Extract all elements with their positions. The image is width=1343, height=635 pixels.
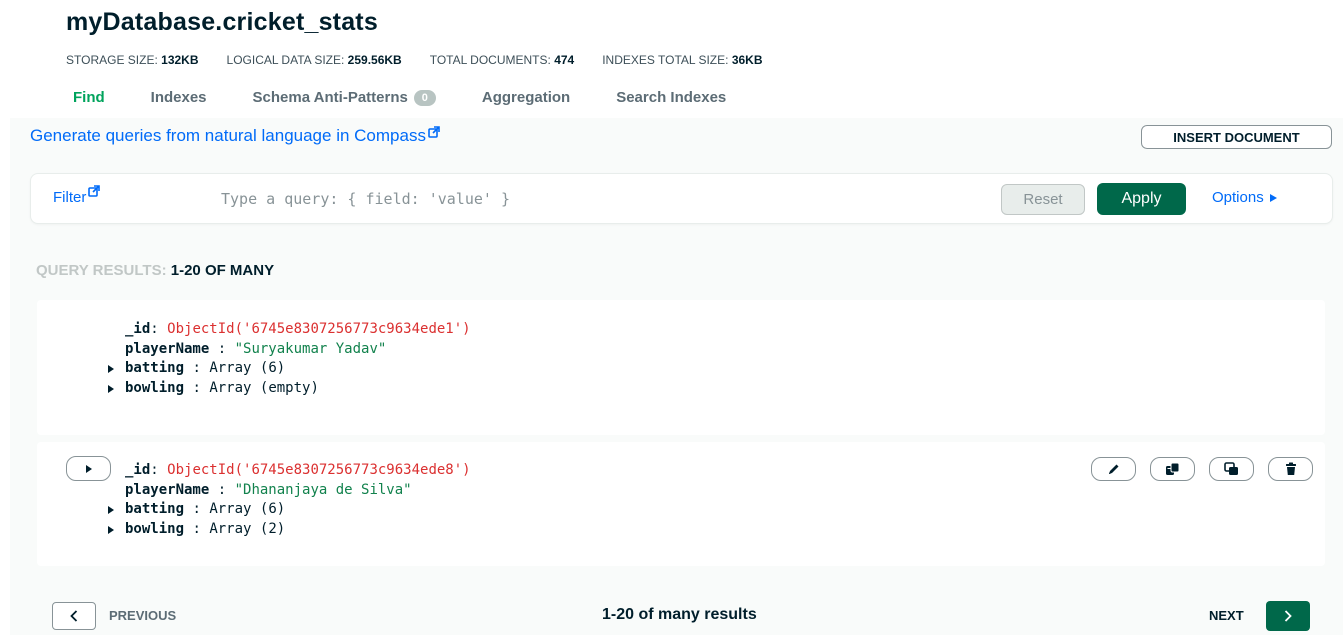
insert-document-button[interactable]: Insert Document	[1141, 125, 1332, 149]
filter-link[interactable]: Filter	[53, 185, 101, 206]
clone-document-button[interactable]	[1209, 457, 1254, 481]
generate-queries-label: Generate queries from natural language i…	[30, 126, 426, 145]
reset-button[interactable]: Reset	[1001, 184, 1085, 215]
stat-total-documents: Total documents: 474	[429, 53, 575, 67]
copy-icon	[1165, 462, 1179, 475]
collection-stats: Storage size: 132KB Logical data size: 2…	[66, 53, 763, 67]
tab-search-indexes[interactable]: Search Indexes	[593, 87, 749, 108]
caret-right-icon	[85, 464, 92, 473]
external-link-icon	[88, 185, 101, 197]
tab-schema-anti-patterns[interactable]: Schema Anti-Patterns 0	[230, 87, 459, 108]
external-link-icon	[428, 126, 440, 138]
pencil-icon	[1108, 464, 1118, 474]
stat-indexes-total-size: Indexes total size: 36KB	[602, 53, 763, 67]
delete-document-button[interactable]	[1268, 457, 1313, 481]
copy-document-button[interactable]	[1150, 457, 1195, 481]
field-bowling[interactable]: bowling : Array (2)	[108, 520, 471, 540]
pagination-summary: 1-20 of many results	[602, 606, 757, 623]
document-actions	[1091, 457, 1313, 481]
expand-caret-icon[interactable]	[108, 506, 114, 514]
field-bowling[interactable]: bowling : Array (empty)	[108, 379, 471, 399]
apply-button[interactable]: Apply	[1097, 183, 1186, 215]
options-toggle[interactable]: Options	[1212, 189, 1277, 206]
previous-page-label[interactable]: Previous	[109, 608, 176, 623]
expand-caret-icon[interactable]	[108, 525, 114, 534]
stat-storage-size: Storage size: 132KB	[66, 53, 199, 67]
field-batting[interactable]: batting : Array (6)	[108, 500, 471, 520]
document-card[interactable]: _id: ObjectId('6745e8307256773c9634ede1'…	[37, 300, 1325, 435]
expand-caret-icon[interactable]	[108, 365, 114, 373]
expand-caret-icon[interactable]	[108, 384, 114, 393]
tab-find[interactable]: Find	[50, 87, 128, 108]
expand-document-button[interactable]	[66, 456, 111, 481]
query-results-label: Query results: 1-20 of many	[36, 262, 275, 279]
tab-indexes[interactable]: Indexes	[128, 87, 230, 108]
stat-logical-data-size: Logical data size: 259.56KB	[226, 53, 402, 67]
options-label: Options	[1212, 189, 1264, 206]
document-fields: _id: ObjectId('6745e8307256773c9634ede1'…	[108, 320, 471, 399]
tab-schema-anti-patterns-label: Schema Anti-Patterns	[252, 89, 408, 106]
document-card[interactable]: _id: ObjectId('6745e8307256773c9634ede8'…	[37, 442, 1325, 566]
query-filter-input[interactable]	[206, 185, 956, 213]
field-player-name: playerName : "Suryakumar Yadav"	[125, 340, 387, 357]
field-id: _id: ObjectId('6745e8307256773c9634ede8'…	[125, 462, 471, 478]
field-batting[interactable]: batting : Array (6)	[108, 359, 471, 379]
next-page-button[interactable]	[1266, 601, 1310, 631]
field-player-name: playerName : "Dhananjaya de Silva"	[125, 481, 412, 498]
edit-document-button[interactable]	[1091, 457, 1136, 481]
page-title: myDatabase.cricket_stats	[66, 8, 378, 36]
clone-icon	[1223, 462, 1238, 475]
filter-label: Filter	[53, 189, 87, 206]
chevron-left-icon	[70, 610, 78, 622]
next-page-label[interactable]: Next	[1209, 608, 1244, 623]
chevron-right-icon	[1284, 610, 1292, 622]
previous-page-button[interactable]	[52, 602, 96, 630]
caret-right-icon	[1269, 193, 1277, 202]
document-fields: _id: ObjectId('6745e8307256773c9634ede8'…	[108, 461, 471, 540]
field-id: _id: ObjectId('6745e8307256773c9634ede1'…	[125, 321, 471, 337]
anti-patterns-count-badge: 0	[413, 89, 436, 106]
collection-tabs: Find Indexes Schema Anti-Patterns 0 Aggr…	[50, 87, 749, 108]
trash-icon	[1285, 462, 1296, 475]
tab-aggregation[interactable]: Aggregation	[459, 87, 593, 108]
query-bar: Filter Reset Apply Options	[30, 173, 1333, 224]
generate-queries-link[interactable]: Generate queries from natural language i…	[30, 126, 440, 146]
